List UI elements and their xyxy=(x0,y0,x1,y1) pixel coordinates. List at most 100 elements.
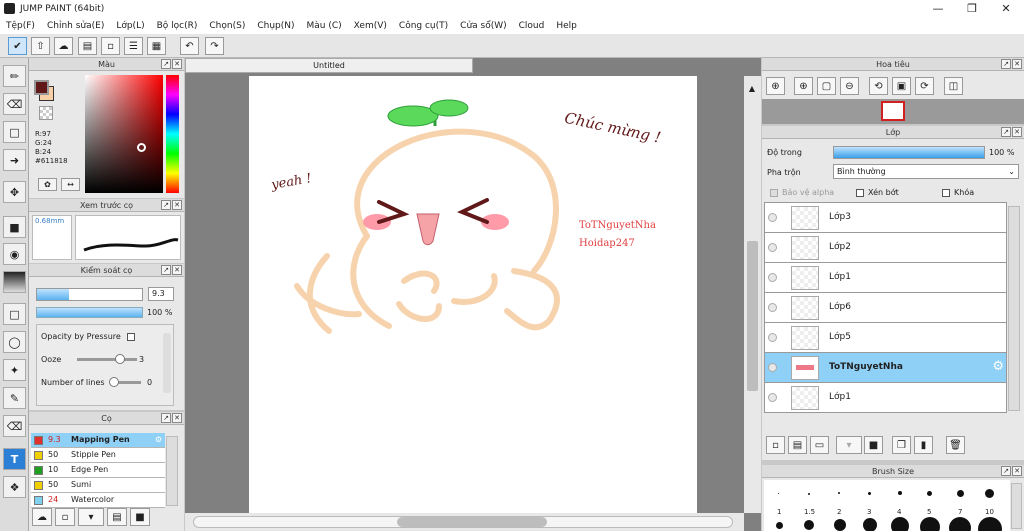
vertical-scroll-thumb[interactable] xyxy=(747,241,758,391)
layer-list-scrollbar[interactable] xyxy=(1008,206,1020,411)
cloud-download-icon[interactable]: ☁ xyxy=(32,508,52,526)
size-dot[interactable] xyxy=(834,519,846,531)
undock-icon[interactable]: ↗ xyxy=(161,59,171,69)
bucket-tool-icon[interactable]: ◉ xyxy=(3,243,26,265)
eraser-tool-icon[interactable]: ⌫ xyxy=(3,93,26,115)
palette-icon[interactable]: ✿ xyxy=(38,178,57,191)
fill-rect-tool-icon[interactable]: ■ xyxy=(3,216,26,238)
visibility-icon[interactable] xyxy=(768,363,777,372)
layer-row[interactable]: Lớp6 xyxy=(765,293,1006,323)
hue-slider[interactable] xyxy=(166,75,179,193)
lines-slider[interactable] xyxy=(109,377,141,387)
layer-row[interactable]: Lớp5 xyxy=(765,323,1006,353)
layer-row[interactable]: Lớp1 xyxy=(765,383,1006,412)
check-icon[interactable]: ✔ xyxy=(8,37,27,55)
redo-icon[interactable]: ↷ xyxy=(205,37,224,55)
brush-size-value[interactable]: 9.3 xyxy=(148,287,174,301)
new-raster-layer-icon[interactable]: ▤ xyxy=(788,436,807,454)
blend-mode-select[interactable]: Bình thường ⌄ xyxy=(833,164,1019,179)
rotate-left-icon[interactable]: ⟲ xyxy=(869,77,888,95)
drawing-canvas[interactable]: Chúc mừng ! yeah ! ToTNguyetNha Hoidap24… xyxy=(249,76,697,513)
brush-folder-icon[interactable]: ■ xyxy=(130,508,150,526)
maximize-button[interactable]: ❐ xyxy=(955,0,989,17)
menu-help[interactable]: Help xyxy=(550,21,583,31)
menu-tools[interactable]: Công cụ(T) xyxy=(393,21,454,31)
menu-edit[interactable]: Chỉnh sửa(E) xyxy=(41,21,110,31)
size-dot[interactable] xyxy=(838,492,840,494)
brush-list-scrollbar[interactable] xyxy=(166,436,178,506)
brush-item-watercolor[interactable]: 24 Watercolor xyxy=(31,493,165,508)
brush-size-scrollbar[interactable] xyxy=(1011,483,1022,529)
layer-row-selected[interactable]: ToTNguyetNha ⚙ xyxy=(765,353,1006,383)
zoom-out-icon[interactable]: ⊖ xyxy=(840,77,859,95)
lasso-select-icon[interactable]: ◯ xyxy=(3,331,26,353)
undock-icon[interactable]: ↗ xyxy=(1001,466,1011,476)
size-dot[interactable] xyxy=(957,490,964,497)
menu-view[interactable]: Xem(V) xyxy=(348,21,393,31)
horizontal-scroll-thumb[interactable] xyxy=(397,517,547,527)
size-dot[interactable] xyxy=(863,518,877,531)
lock-option[interactable]: Khóa xyxy=(942,188,974,197)
size-dot[interactable] xyxy=(927,491,932,496)
clipping-option[interactable]: Xén bớt xyxy=(856,188,899,197)
delete-layer-icon[interactable]: 🗑 xyxy=(946,436,965,454)
close-icon[interactable]: ✕ xyxy=(172,265,182,275)
size-dot[interactable] xyxy=(898,491,902,495)
undock-icon[interactable]: ↗ xyxy=(161,200,171,210)
size-dot[interactable] xyxy=(808,493,810,495)
select-pen-icon[interactable]: ✎ xyxy=(3,387,26,409)
size-dot[interactable] xyxy=(804,520,814,530)
brush-tool-icon[interactable]: ✏ xyxy=(3,65,26,87)
copy-layer-icon[interactable]: ❐ xyxy=(892,436,911,454)
layer-row[interactable]: Lớp2 xyxy=(765,233,1006,263)
lines-slider-knob[interactable] xyxy=(109,377,119,387)
zoom-fit-icon[interactable]: ⊕ xyxy=(766,77,785,95)
layout-icon[interactable]: ▦ xyxy=(147,37,166,55)
rotate-right-icon[interactable]: ⟳ xyxy=(915,77,934,95)
minimize-button[interactable]: — xyxy=(921,0,955,17)
note-icon[interactable]: ▤ xyxy=(78,37,97,55)
brush-properties-icon[interactable]: ▤ xyxy=(107,508,127,526)
close-icon[interactable]: ✕ xyxy=(1012,127,1022,137)
new-vector-layer-icon[interactable]: ▭ xyxy=(810,436,829,454)
lock-checkbox[interactable] xyxy=(942,188,950,197)
main-color-swatch[interactable] xyxy=(34,80,49,95)
size-dot[interactable] xyxy=(891,517,909,531)
select-eraser-icon[interactable]: ⌫ xyxy=(3,415,26,437)
visibility-icon[interactable] xyxy=(768,393,777,402)
close-icon[interactable]: ✕ xyxy=(1012,59,1022,69)
layer-row[interactable]: Lớp3 xyxy=(765,203,1006,233)
navigator-viewport[interactable] xyxy=(881,101,905,121)
saturation-value-picker[interactable] xyxy=(85,75,163,193)
swap-color-icon[interactable]: ↔ xyxy=(61,178,80,191)
brush-item-stipple-pen[interactable]: 50 Stipple Pen xyxy=(31,448,165,463)
ooze-slider-knob[interactable] xyxy=(115,354,126,364)
size-dot[interactable] xyxy=(985,489,994,498)
opacity-pressure-checkbox[interactable] xyxy=(126,332,135,341)
line-tool-icon[interactable]: ➜ xyxy=(3,149,26,171)
settings-scrollbar[interactable] xyxy=(163,333,171,393)
brush-item-sumi[interactable]: 50 Sumi xyxy=(31,478,165,493)
clipping-checkbox[interactable] xyxy=(856,188,864,197)
undock-icon[interactable]: ↗ xyxy=(1001,59,1011,69)
menu-capture[interactable]: Chụp(N) xyxy=(251,21,300,31)
undock-icon[interactable]: ↗ xyxy=(1001,127,1011,137)
gradient-tool-icon[interactable] xyxy=(3,271,26,293)
undo-icon[interactable]: ↶ xyxy=(180,37,199,55)
undock-icon[interactable]: ↗ xyxy=(161,265,171,275)
scroll-up-icon[interactable]: ▲ xyxy=(746,84,758,96)
close-icon[interactable]: ✕ xyxy=(172,413,182,423)
flip-horizontal-icon[interactable]: ◫ xyxy=(944,77,963,95)
close-button[interactable]: ✕ xyxy=(989,0,1023,17)
horizontal-scrollbar[interactable] xyxy=(185,513,744,531)
comment-icon[interactable]: ☁ xyxy=(54,37,73,55)
visibility-icon[interactable] xyxy=(768,303,777,312)
size-dot[interactable] xyxy=(776,522,783,529)
rectangle-tool-icon[interactable]: □ xyxy=(3,121,26,143)
document-tab[interactable]: Untitled xyxy=(185,58,473,73)
menu-window[interactable]: Cửa sổ(W) xyxy=(454,21,512,31)
menu-color[interactable]: Màu (C) xyxy=(301,21,348,31)
close-icon[interactable]: ✕ xyxy=(172,59,182,69)
visibility-icon[interactable] xyxy=(768,333,777,342)
layer-opacity-slider[interactable] xyxy=(833,146,985,159)
